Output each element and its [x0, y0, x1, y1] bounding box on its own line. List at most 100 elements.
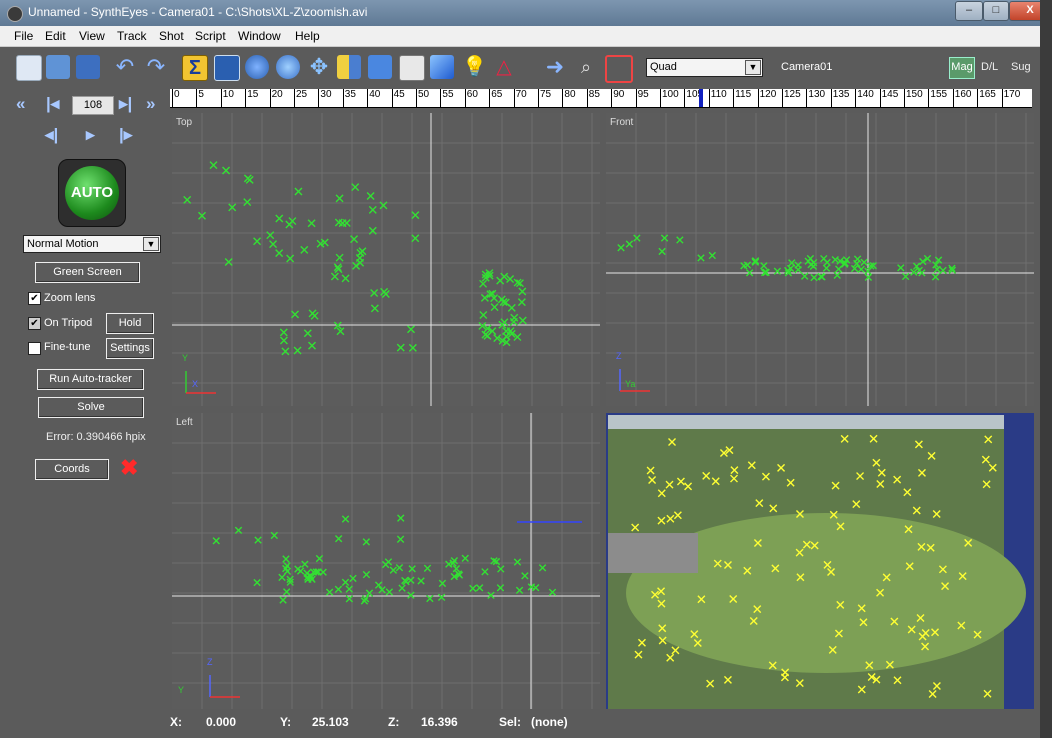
tracker-mark	[411, 211, 420, 220]
tracker-mark	[397, 514, 405, 522]
camera-viewport[interactable]	[606, 413, 1034, 709]
next-key-icon[interactable]: ▸|	[119, 94, 132, 114]
menu-file[interactable]: File	[14, 29, 33, 43]
tracker-mark	[490, 303, 499, 312]
front-viewport[interactable]: Front Z Ya	[606, 113, 1034, 406]
settings-button[interactable]: Settings	[106, 338, 154, 359]
ruler-tick: 5	[196, 89, 204, 107]
light-icon[interactable]: 💡	[462, 55, 487, 79]
tracker-mark	[281, 347, 290, 356]
tracker-mark	[358, 247, 367, 256]
run-autotracker-button[interactable]: Run Auto-tracker	[37, 369, 144, 390]
perspective-icon[interactable]: △	[492, 55, 516, 79]
cube-icon[interactable]	[430, 55, 454, 79]
top-view-canvas[interactable]	[172, 113, 600, 406]
auto-button[interactable]: AUTO	[58, 159, 126, 227]
gear-icon[interactable]	[245, 55, 269, 79]
front-view-canvas[interactable]	[606, 113, 1034, 406]
tracker-mark	[860, 258, 868, 267]
minimize-button[interactable]: –	[955, 1, 983, 21]
calculator-icon[interactable]	[368, 55, 392, 79]
menu-edit[interactable]: Edit	[45, 29, 66, 43]
menu-track[interactable]: Track	[117, 29, 147, 43]
timeline-ruler[interactable]: 0 5 10 15 20 25 30 35 40 45 50 55 60 65 70 75 80 85 90 95 10…	[170, 89, 1032, 108]
ruler-tick: 25	[294, 89, 307, 107]
cluster-icon[interactable]	[276, 55, 300, 79]
prev-key-icon[interactable]: |◂	[46, 94, 59, 114]
move-icon[interactable]: ✥	[307, 55, 331, 79]
layout-dropdown[interactable]: Quad ▼	[646, 58, 763, 77]
left-viewport[interactable]: Left Z Y	[172, 413, 600, 709]
tracker-mark	[279, 596, 287, 604]
save-icon[interactable]	[76, 55, 100, 79]
camera-view-canvas[interactable]	[606, 413, 1034, 709]
tracker-mark	[831, 256, 839, 264]
tracker-mark	[479, 311, 488, 320]
tracker-mark	[507, 303, 516, 312]
forward-end-icon[interactable]: »	[146, 94, 155, 114]
tracker-mark	[407, 576, 415, 584]
menu-view[interactable]: View	[79, 29, 105, 43]
hold-button[interactable]: Hold	[106, 313, 154, 334]
redo-icon[interactable]: ↷	[144, 55, 168, 79]
tracker-mark	[417, 577, 425, 585]
new-file-icon[interactable]	[16, 55, 42, 81]
current-frame-marker[interactable]	[699, 89, 704, 107]
tracker-mark	[398, 584, 406, 592]
tracker-mark	[286, 254, 295, 263]
ruler-tick: 35	[342, 89, 356, 107]
menu-shot[interactable]: Shot	[159, 29, 184, 43]
undo-icon[interactable]: ↶	[113, 55, 137, 79]
tracker-mark	[801, 272, 809, 280]
tracker-mark	[303, 329, 312, 338]
step-back-icon[interactable]: ◂|	[45, 125, 58, 145]
tracker-mark	[396, 343, 405, 352]
tracker-mark	[345, 585, 353, 593]
top-viewport-label: Top	[176, 117, 193, 128]
tracker-mark	[521, 572, 529, 580]
fit-icon[interactable]	[605, 55, 633, 83]
green-screen-button[interactable]: Green Screen	[35, 262, 140, 283]
zoom-lens-checkbox[interactable]: ✔	[28, 292, 41, 305]
title-bar: Unnamed - SynthEyes - Camera01 - C:\Shot…	[0, 0, 1052, 26]
maximize-button[interactable]: □	[983, 1, 1009, 21]
tracker-mark	[335, 253, 344, 262]
open-file-icon[interactable]	[46, 55, 70, 79]
tracker-mark	[385, 588, 394, 596]
menu-script[interactable]: Script	[195, 29, 226, 43]
ruler-tick: 50	[416, 89, 429, 107]
motion-dropdown[interactable]: Normal Motion ▼	[23, 235, 161, 253]
menu-window[interactable]: Window	[238, 29, 281, 43]
dl-button[interactable]: D/L	[981, 61, 998, 73]
delete-icon[interactable]: ✖	[120, 455, 138, 481]
tracker-mark	[341, 274, 350, 283]
arrow-right-icon[interactable]: ➜	[543, 55, 567, 79]
top-viewport[interactable]: Top Y X	[172, 113, 600, 406]
zoom-icon[interactable]: ⌕	[574, 55, 598, 79]
tracker-mark	[531, 584, 540, 592]
tracker-mark	[897, 264, 905, 272]
frame-number-field[interactable]: 108	[72, 96, 114, 115]
ruler-tick: 130	[806, 89, 825, 107]
sigma-icon[interactable]: Σ	[182, 55, 208, 81]
tracker-mark	[224, 258, 233, 267]
fine-tune-checkbox[interactable]	[28, 342, 41, 355]
play-icon[interactable]: ▸	[86, 125, 95, 145]
left-view-canvas[interactable]	[172, 413, 600, 709]
tracker-mark	[411, 234, 420, 243]
step-forward-icon[interactable]: |▸	[119, 125, 132, 145]
coords-button[interactable]: Coords	[35, 459, 109, 480]
top-axis-1: Y	[182, 353, 189, 363]
graph-icon[interactable]	[399, 55, 425, 81]
on-tripod-checkbox[interactable]: ✔	[28, 317, 41, 330]
rewind-start-icon[interactable]: «	[16, 94, 25, 114]
tracker-mark	[275, 214, 284, 223]
ruler-tick: 170	[1001, 89, 1020, 107]
sug-button[interactable]: Sug	[1011, 61, 1031, 73]
menu-help[interactable]: Help	[295, 29, 320, 43]
mag-button[interactable]: Mag	[949, 57, 975, 79]
camera-view-icon[interactable]	[214, 55, 240, 81]
lens-icon[interactable]	[337, 55, 361, 79]
front-axis-1: Z	[616, 351, 622, 361]
solve-button[interactable]: Solve	[38, 397, 144, 418]
